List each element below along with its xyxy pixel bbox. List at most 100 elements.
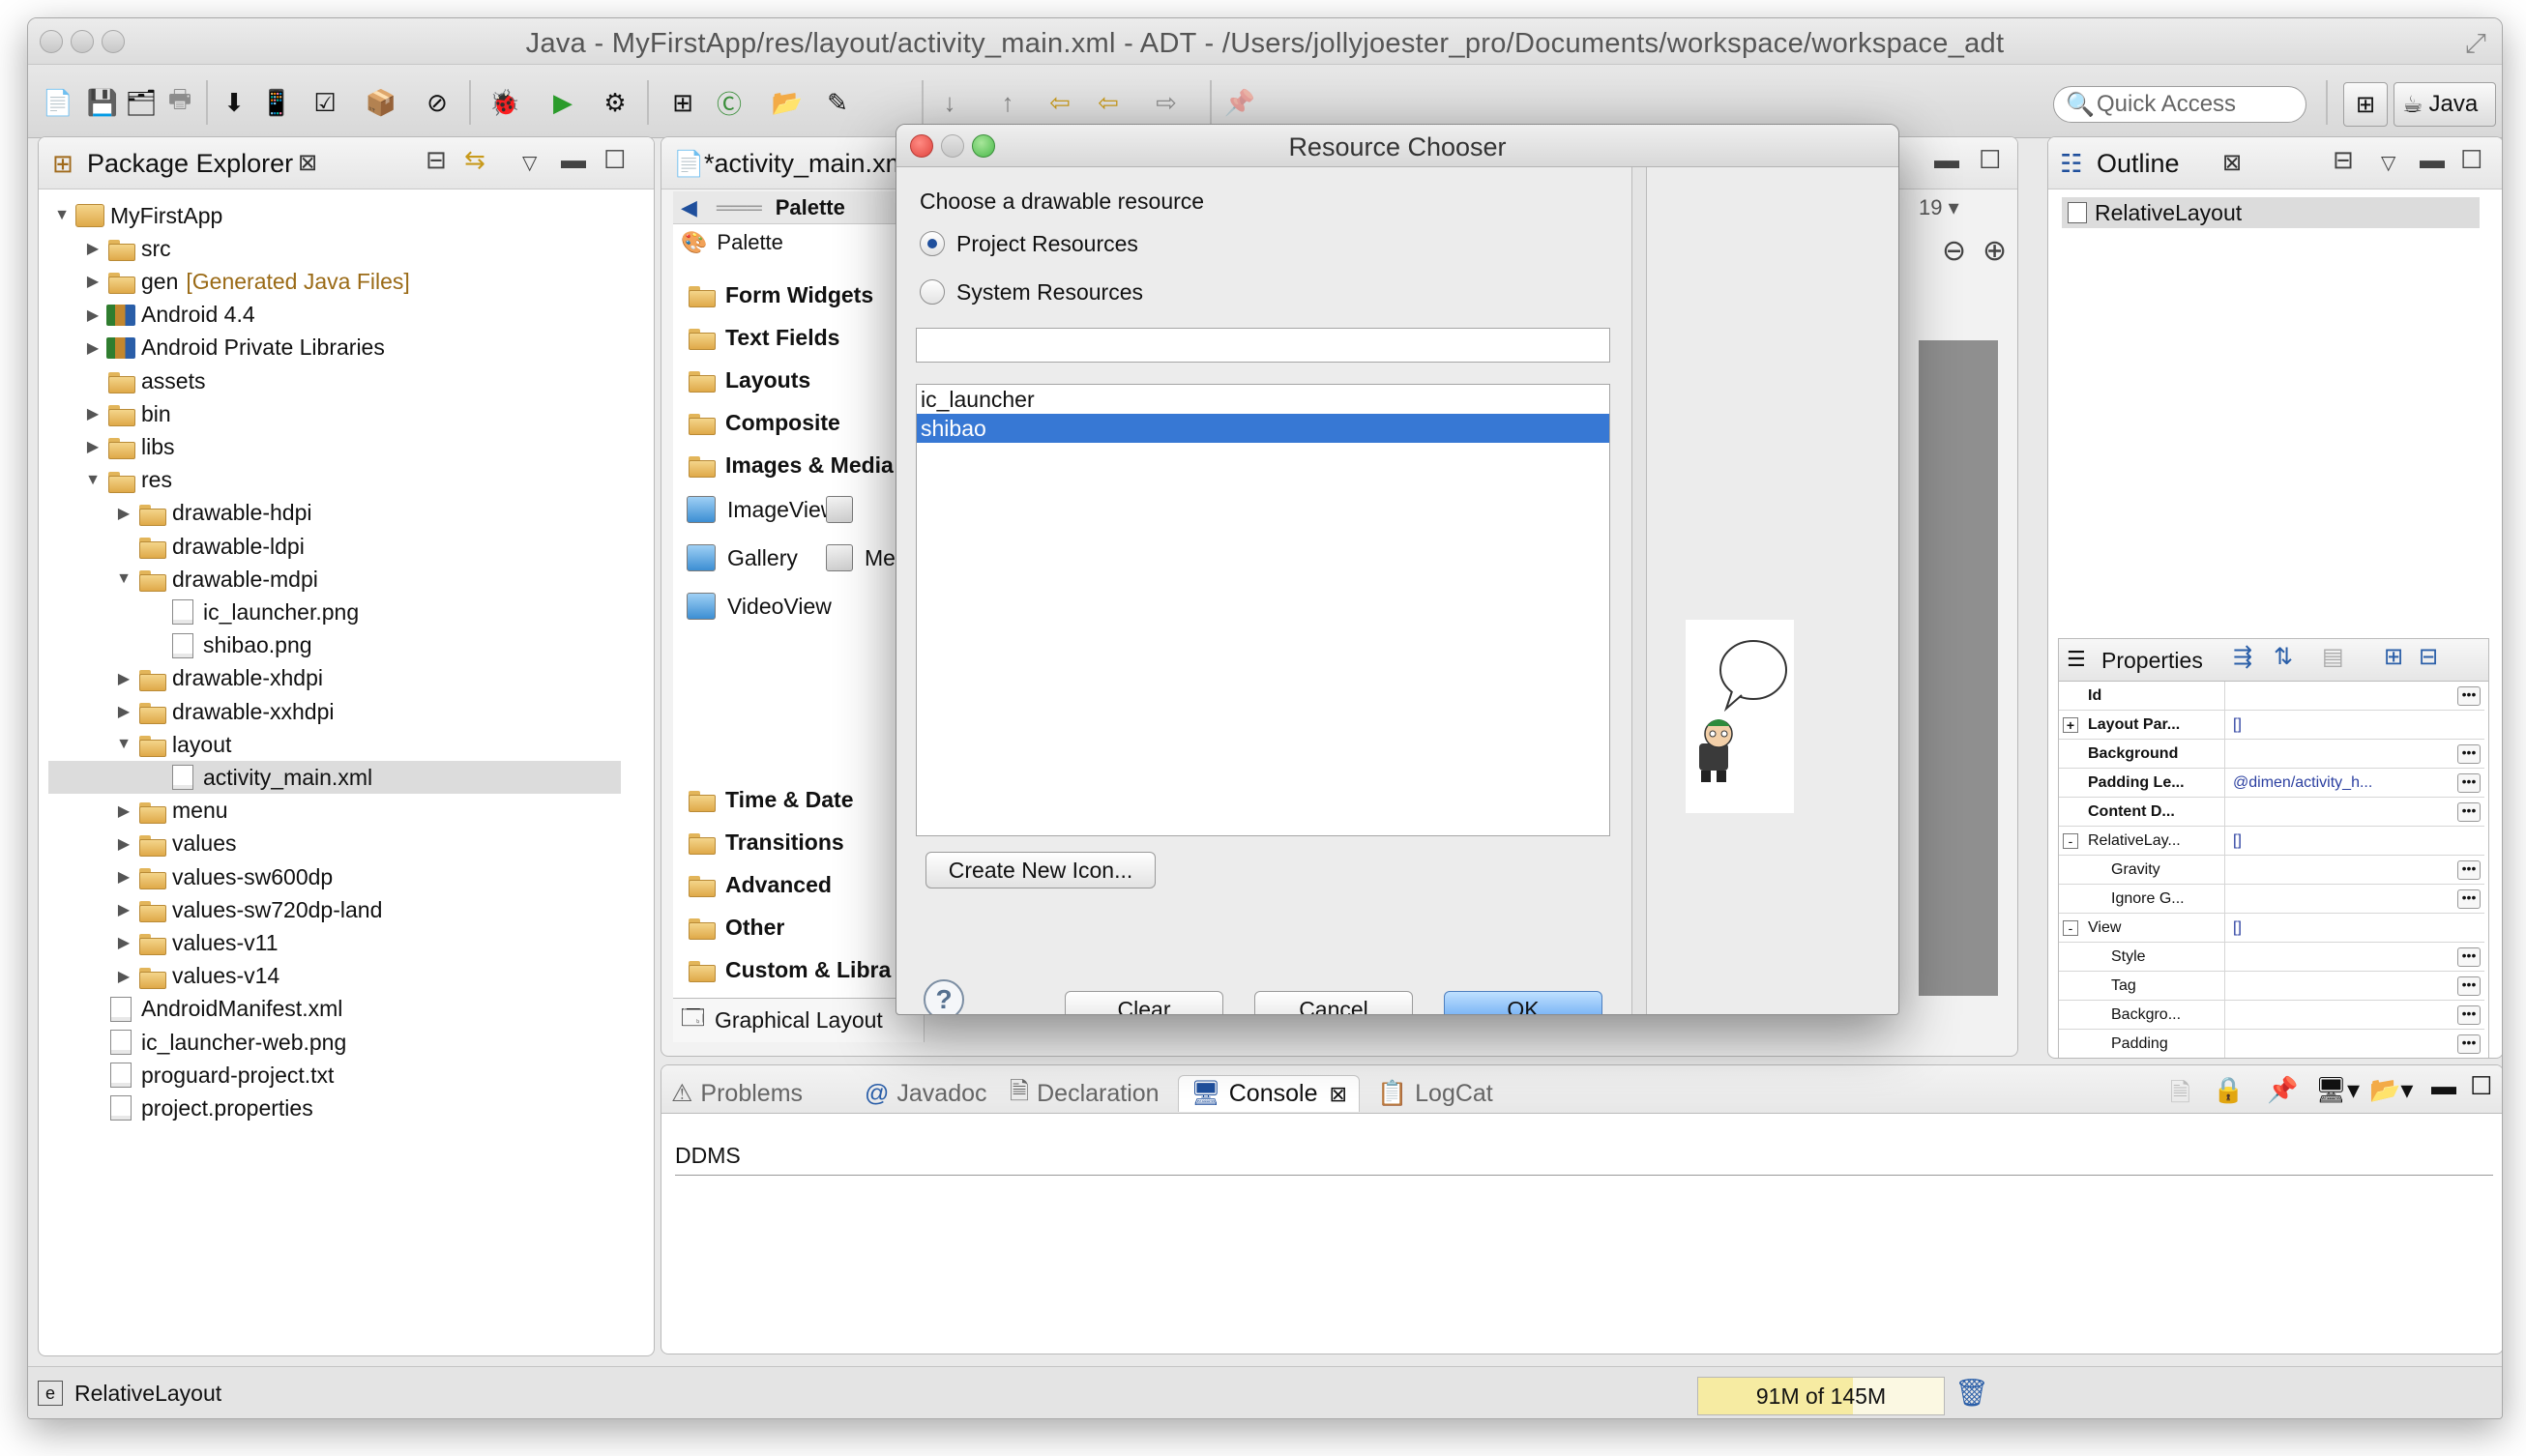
tree-item[interactable]: ic_launcher.png xyxy=(145,596,359,628)
chevron-down-icon[interactable]: ▼ xyxy=(52,207,72,224)
tree-item[interactable]: drawable-ldpi xyxy=(114,530,305,563)
chevron-down-icon[interactable]: ▼ xyxy=(83,472,103,489)
tree-item[interactable]: ic_launcher-web.png xyxy=(83,1026,346,1059)
tree-item[interactable]: proguard-project.txt xyxy=(83,1059,334,1092)
layout-canvas[interactable] xyxy=(1919,340,1998,996)
skip-breakpoints-icon[interactable]: ⊘ xyxy=(421,86,454,119)
property-value[interactable]: [] xyxy=(2225,919,2484,937)
tree-item[interactable]: ▶ gen [Generated Java Files] xyxy=(83,265,410,298)
property-value[interactable]: [] xyxy=(2225,716,2484,734)
tree-item[interactable]: ▼ MyFirstApp xyxy=(52,199,222,232)
external-tools-icon[interactable]: ⚙ xyxy=(599,86,632,119)
collapse-icon[interactable]: - xyxy=(2063,832,2078,849)
property-row[interactable]: Ignore G... ••• xyxy=(2059,885,2484,914)
resource-list-item[interactable]: ic_launcher xyxy=(917,385,1609,414)
tree-item[interactable]: ▶ values-v11 xyxy=(114,926,279,959)
show-advanced-icon[interactable]: ⇶ xyxy=(2233,643,2252,671)
ellipsis-button[interactable]: ••• xyxy=(2457,888,2481,909)
chevron-right-icon[interactable]: ▶ xyxy=(114,834,133,854)
ellipsis-button[interactable]: ••• xyxy=(2457,801,2481,822)
ellipsis-button[interactable]: ••• xyxy=(2457,1034,2481,1054)
chevron-right-icon[interactable]: ▶ xyxy=(114,900,133,919)
help-icon[interactable]: ? xyxy=(924,979,964,1014)
open-perspective-button[interactable]: ⊞ xyxy=(2343,82,2388,127)
tab-console[interactable]: 🖥 Console ⊠ xyxy=(1178,1075,1360,1112)
sort-alpha-icon[interactable]: ⇅ xyxy=(2274,643,2293,671)
palette-category[interactable]: Transitions xyxy=(687,826,844,859)
chevron-right-icon[interactable]: ▶ xyxy=(114,867,133,887)
cancel-button[interactable]: Cancel xyxy=(1254,991,1413,1014)
chevron-right-icon[interactable]: ▶ xyxy=(114,504,133,523)
tree-item[interactable]: project.properties xyxy=(83,1092,313,1124)
display-console-icon[interactable]: 🖥▾ xyxy=(2315,1075,2360,1105)
chevron-right-icon[interactable]: ▶ xyxy=(83,239,103,258)
view-menu-icon[interactable]: ▽ xyxy=(522,151,537,175)
minimize-icon[interactable]: ▬ xyxy=(2420,145,2445,175)
save-all-icon[interactable]: 🗂 xyxy=(125,86,158,119)
close-icon[interactable]: ⊠ xyxy=(1329,1082,1346,1107)
chevron-right-icon[interactable]: ▶ xyxy=(83,306,103,325)
graphical-layout-tab[interactable]: 🗔 Graphical Layout xyxy=(673,998,924,1042)
close-icon[interactable]: ⊠ xyxy=(298,149,317,177)
tab-problems[interactable]: ⚠ Problems xyxy=(671,1075,803,1112)
chevron-right-icon[interactable]: ▶ xyxy=(83,338,103,358)
tree-item[interactable]: assets xyxy=(83,364,205,397)
tab-logcat[interactable]: 📋 LogCat xyxy=(1377,1075,1493,1112)
property-row[interactable]: Tag ••• xyxy=(2059,972,2484,1001)
palette-widget[interactable]: Gallery xyxy=(687,541,798,574)
property-row[interactable]: Gravity ••• xyxy=(2059,856,2484,885)
annotation-next-icon[interactable]: ↓ xyxy=(933,86,966,119)
palette-category[interactable]: Time & Date xyxy=(687,783,854,816)
heap-status[interactable]: 91M of 145M xyxy=(1697,1377,1945,1415)
trash-icon[interactable]: 🗑 xyxy=(1954,1377,1989,1409)
android-project-icon[interactable]: 📦 xyxy=(365,86,397,119)
property-row[interactable]: Id ••• xyxy=(2059,682,2484,711)
palette-category[interactable]: Form Widgets xyxy=(687,278,873,311)
tree-item[interactable]: ▶ Android Private Libraries xyxy=(83,332,385,364)
chevron-right-icon[interactable]: ▶ xyxy=(114,801,133,821)
tree-item[interactable]: ▶ drawable-xxhdpi xyxy=(114,695,334,728)
resource-filter-input[interactable] xyxy=(916,328,1610,363)
collapse-icon[interactable]: - xyxy=(2063,919,2078,936)
new-java-class-icon[interactable]: Ⓒ xyxy=(713,86,746,119)
api-level-dropdown[interactable]: 19 ▾ xyxy=(1919,195,1959,220)
tree-item[interactable]: shibao.png xyxy=(145,629,312,662)
property-row[interactable]: Backgro... ••• xyxy=(2059,1001,2484,1030)
tree-item[interactable]: ▶ menu xyxy=(114,795,228,828)
close-icon[interactable]: ⊠ xyxy=(2222,149,2242,177)
back-icon[interactable]: ⇦ xyxy=(1043,86,1076,119)
palette-category[interactable]: Advanced xyxy=(687,868,832,901)
tab-declaration[interactable]: 🗎 Declaration xyxy=(1010,1075,1160,1112)
zoom-out-icon[interactable]: ⊖ xyxy=(1942,234,1966,268)
chevron-right-icon[interactable]: ▶ xyxy=(83,404,103,423)
property-row[interactable]: Style ••• xyxy=(2059,943,2484,972)
ellipsis-button[interactable]: ••• xyxy=(2457,685,2481,706)
tree-item[interactable]: activity_main.xml xyxy=(48,761,621,795)
link-with-editor-icon[interactable]: ⇆ xyxy=(464,145,485,175)
avd-manager-icon[interactable]: 📱 xyxy=(260,86,293,119)
fullscreen-icon[interactable]: ⤢ xyxy=(2465,28,2486,60)
chevron-right-icon[interactable]: ▶ xyxy=(114,933,133,952)
new-java-package-icon[interactable]: ⊞ xyxy=(666,86,699,119)
print-icon[interactable]: 🖶 xyxy=(163,84,196,119)
sdk-manager-icon[interactable]: ⬇ xyxy=(218,86,250,119)
expand-all-icon[interactable]: ⊞ xyxy=(2384,643,2403,671)
forward-icon[interactable]: ⇦ xyxy=(1092,86,1125,119)
lint-icon[interactable]: ☑ xyxy=(308,86,341,119)
system-resources-radio[interactable]: System Resources xyxy=(920,276,1143,308)
drag-handle-icon[interactable]: ═══ xyxy=(717,195,762,220)
chevron-right-icon[interactable]: ▶ xyxy=(83,437,103,456)
clear-button[interactable]: Clear xyxy=(1065,991,1223,1014)
minimize-icon[interactable]: ▬ xyxy=(561,145,586,175)
ellipsis-button[interactable]: ••• xyxy=(2457,976,2481,996)
tree-item[interactable]: ▼ layout xyxy=(114,728,231,761)
property-row[interactable]: - RelativeLay...[] xyxy=(2059,827,2484,856)
tree-item[interactable]: ▶ libs xyxy=(83,430,175,463)
property-value[interactable]: [] xyxy=(2225,832,2484,850)
run-icon[interactable]: ▶ xyxy=(546,86,579,119)
zoom-in-icon[interactable]: ⊕ xyxy=(1983,234,2007,268)
resource-list[interactable]: ic_launcher shibao xyxy=(916,384,1610,836)
palette-category[interactable]: Layouts xyxy=(687,364,810,396)
resource-list-item[interactable]: shibao xyxy=(917,414,1609,443)
maximize-icon[interactable]: ☐ xyxy=(603,145,626,175)
